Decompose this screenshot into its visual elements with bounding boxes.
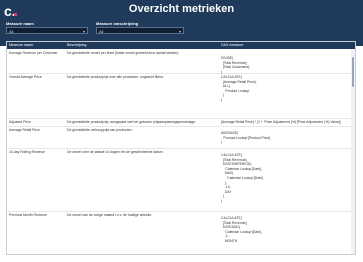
page-title: Overzicht metrieken: [128, 3, 235, 15]
table-row[interactable]: 10-day Rolling Revenue De omzet over de …: [7, 149, 352, 212]
chevron-down-icon: ▾: [82, 29, 85, 34]
measure-description-filter-dropdown[interactable]: All ▾: [96, 27, 184, 34]
column-header-measure-name[interactable]: Measure naam: [9, 42, 33, 49]
measure-name-cell: 10-day Rolling Revenue: [9, 150, 46, 154]
description-cell: De omzet over de laatste 10 dagen t/m de…: [67, 150, 164, 154]
description-cell: De gemiddelde omzet per klant (totale om…: [67, 51, 180, 55]
measure-name-cell: Average Revenue per Customer: [9, 51, 58, 55]
dax-cell: CALCULATE( [Average Retail Price], ALL( …: [221, 75, 257, 102]
measure-name-cell: Overall Average Price: [9, 75, 42, 79]
dax-cell: CALCULATE( [Total Revenue], DATESINPERIO…: [221, 153, 263, 203]
column-header-description[interactable]: Beschrijving: [67, 42, 86, 49]
table-scrollbar[interactable]: [351, 49, 355, 254]
table-header: Measure naam Beschrijving DAX measure: [7, 42, 355, 49]
measure-description-filter-label: Measure omschrijving: [96, 21, 139, 26]
description-cell: De omzet van de vorige maand t.o.v. de h…: [67, 213, 153, 217]
measure-name-filter-value: All: [9, 29, 14, 34]
table-row[interactable]: Overall Average Price De gemiddelde prod…: [7, 74, 352, 119]
description-cell: De gemiddelde productprijs, aangepast me…: [67, 120, 197, 124]
table-row[interactable]: Average Retail Price De gemiddelde verko…: [7, 127, 352, 149]
measure-name-filter-label: Measure naam: [6, 21, 34, 26]
dax-cell: CALCULATE( [Total Revenue], DATEADD( 'Ca…: [221, 216, 262, 243]
measure-description-filter-value: All: [99, 29, 104, 34]
measures-table: Measure naam Beschrijving DAX measure Av…: [6, 41, 356, 255]
measure-name-cell: Average Retail Price: [9, 128, 40, 132]
dax-cell: [Average Retail Price] * (1 + 'Price Adj…: [221, 120, 341, 124]
chevron-down-icon: ▾: [178, 29, 181, 34]
measure-name-cell: Previous Month Revenue: [9, 213, 48, 217]
dax-cell: DIVIDE( [Total Revenue], [Total Customer…: [221, 56, 250, 74]
column-header-dax-measure[interactable]: DAX measure: [221, 42, 243, 49]
table-row[interactable]: Previous Month Revenue De omzet van de v…: [7, 212, 352, 254]
scrollbar-thumb[interactable]: [352, 57, 354, 87]
report-header: c. Overzicht metrieken Measure naam All …: [0, 0, 363, 46]
measure-name-filter-dropdown[interactable]: All ▾: [6, 27, 88, 34]
measure-name-cell: Adjusted Price: [9, 120, 31, 124]
description-cell: De gemiddelde productprijs over alle pro…: [67, 75, 164, 79]
table-row[interactable]: Average Revenue per Customer De gemiddel…: [7, 50, 352, 74]
table-row[interactable]: Adjusted Price De gemiddelde productprij…: [7, 119, 352, 127]
description-cell: De gemiddelde verkoopprijs van producten…: [67, 128, 133, 132]
dax-cell: AVERAGE( 'Product Lookup'[Product Price]…: [221, 131, 271, 145]
